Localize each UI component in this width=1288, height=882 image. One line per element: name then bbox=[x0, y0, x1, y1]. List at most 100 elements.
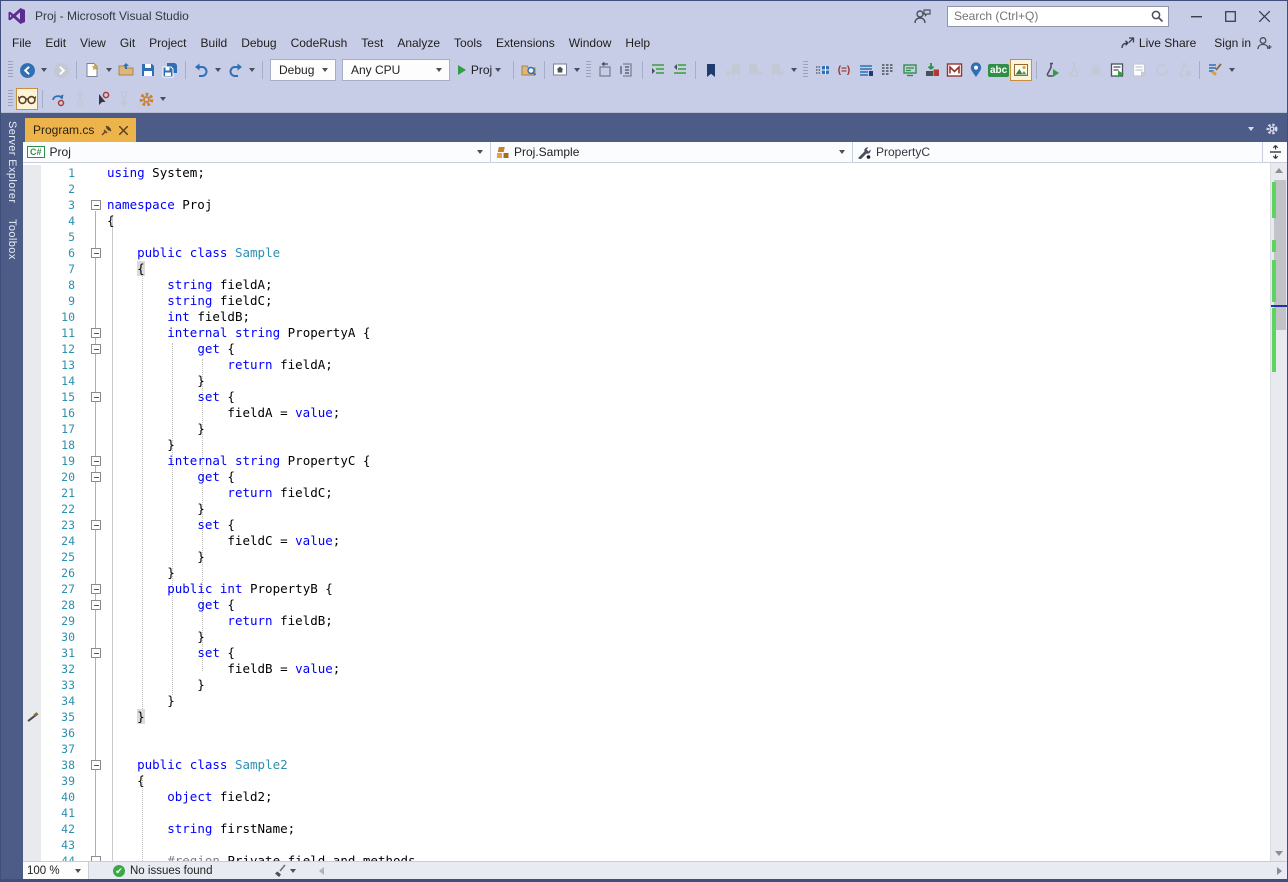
new-file-dropdown[interactable] bbox=[106, 68, 112, 72]
menu-item-edit[interactable]: Edit bbox=[38, 33, 73, 53]
repeat-run-button[interactable] bbox=[1129, 59, 1151, 81]
code-line[interactable]: 27 public int PropertyB { bbox=[23, 581, 1270, 597]
code-line[interactable]: 24 fieldC = value; bbox=[23, 533, 1270, 549]
menu-item-help[interactable]: Help bbox=[618, 33, 657, 53]
code-cleanup-button[interactable] bbox=[272, 863, 299, 878]
code-line[interactable]: 1 using System; bbox=[23, 165, 1270, 181]
menu-item-git[interactable]: Git bbox=[113, 33, 142, 53]
fold-toggle[interactable] bbox=[91, 392, 101, 402]
code-line[interactable]: 40 object field2; bbox=[23, 789, 1270, 805]
clear-bookmarks-button[interactable] bbox=[766, 59, 788, 81]
tab-close-icon[interactable] bbox=[119, 125, 129, 135]
code-line[interactable]: 23 set { bbox=[23, 517, 1270, 533]
toggle-bookmark-button[interactable] bbox=[700, 59, 722, 81]
code-line[interactable]: 34 } bbox=[23, 693, 1270, 709]
feedback-icon[interactable] bbox=[913, 8, 931, 24]
menu-item-project[interactable]: Project bbox=[142, 33, 193, 53]
search-input[interactable] bbox=[952, 8, 1150, 24]
code-line[interactable]: 6 public class Sample bbox=[23, 245, 1270, 261]
close-button[interactable] bbox=[1247, 4, 1281, 28]
fold-toggle[interactable] bbox=[91, 600, 101, 610]
hscroll-left-button[interactable] bbox=[313, 866, 329, 875]
document-outline-icon[interactable] bbox=[616, 59, 638, 81]
green-screen-icon[interactable] bbox=[899, 59, 921, 81]
member-grid-icon[interactable] bbox=[811, 59, 833, 81]
code-line[interactable]: 30 } bbox=[23, 629, 1270, 645]
hscroll-right-button[interactable] bbox=[1271, 866, 1287, 875]
menu-item-build[interactable]: Build bbox=[194, 33, 235, 53]
refresh-button[interactable] bbox=[1151, 59, 1173, 81]
split-editor-button[interactable] bbox=[1263, 142, 1287, 162]
toolbar-grip[interactable] bbox=[8, 61, 13, 79]
code-line[interactable]: 22 } bbox=[23, 501, 1270, 517]
run-all-tests-button[interactable] bbox=[1107, 59, 1129, 81]
coderush-settings-gear-button[interactable] bbox=[135, 88, 157, 110]
edit-test-button[interactable] bbox=[1173, 59, 1195, 81]
fold-toggle[interactable] bbox=[91, 248, 101, 258]
sidebar-item-server-explorer[interactable]: Server Explorer bbox=[6, 121, 18, 203]
code-line[interactable]: 14 } bbox=[23, 373, 1270, 389]
search-box[interactable] bbox=[947, 5, 1169, 27]
zoom-select[interactable]: 100 % bbox=[23, 861, 89, 879]
code-line[interactable]: 5 bbox=[23, 229, 1270, 245]
code-line[interactable]: 21 return fieldC; bbox=[23, 485, 1270, 501]
next-bookmark-button[interactable] bbox=[744, 59, 766, 81]
bookmark-dropdown[interactable] bbox=[791, 68, 797, 72]
menu-item-analyze[interactable]: Analyze bbox=[390, 33, 447, 53]
code-line[interactable]: 9 string fieldC; bbox=[23, 293, 1270, 309]
code-line[interactable]: 41 bbox=[23, 805, 1270, 821]
code-line[interactable]: 8 string fieldA; bbox=[23, 277, 1270, 293]
code-line[interactable]: 4{ bbox=[23, 213, 1270, 229]
jump-to-marker-button[interactable] bbox=[47, 88, 69, 110]
navigate-backward-button[interactable] bbox=[16, 59, 38, 81]
sidebar-item-toolbox[interactable]: Toolbox bbox=[6, 219, 18, 260]
fold-toggle[interactable] bbox=[91, 472, 101, 482]
code-line[interactable]: 31 set { bbox=[23, 645, 1270, 661]
start-debugging-button[interactable]: Proj bbox=[453, 59, 509, 81]
code-line[interactable]: 15 set { bbox=[23, 389, 1270, 405]
navigate-backward-dropdown[interactable] bbox=[41, 68, 47, 72]
code-line[interactable]: 39 { bbox=[23, 773, 1270, 789]
code-line[interactable]: 11 internal string PropertyA { bbox=[23, 325, 1270, 341]
menu-item-coderush[interactable]: CodeRush bbox=[284, 33, 355, 53]
braces-equals-icon[interactable]: (=) bbox=[833, 59, 855, 81]
minimize-button[interactable] bbox=[1179, 4, 1213, 28]
image-tool-button[interactable] bbox=[1010, 59, 1033, 81]
debug-tests-button[interactable] bbox=[1063, 59, 1085, 81]
code-line[interactable]: 32 fieldB = value; bbox=[23, 661, 1270, 677]
save-button[interactable] bbox=[137, 59, 159, 81]
code-line[interactable]: 42 string firstName; bbox=[23, 821, 1270, 837]
fold-toggle[interactable] bbox=[91, 200, 101, 210]
document-health-indicator[interactable]: ✔ No issues found bbox=[113, 864, 212, 877]
preview-dropdown[interactable] bbox=[574, 68, 580, 72]
type-dropdown[interactable]: Proj.Sample bbox=[491, 142, 853, 162]
code-line[interactable]: 38 public class Sample2 bbox=[23, 757, 1270, 773]
tab-program-cs[interactable]: Program.cs bbox=[25, 118, 137, 142]
import-download-icon[interactable] bbox=[921, 59, 943, 81]
start-dropdown[interactable] bbox=[495, 68, 502, 72]
code-line[interactable]: 36 bbox=[23, 725, 1270, 741]
code-line[interactable]: 17 } bbox=[23, 421, 1270, 437]
toolbar-grip[interactable] bbox=[8, 90, 13, 108]
member-dropdown[interactable]: PropertyC bbox=[853, 142, 1263, 162]
preview-in-browser-button[interactable] bbox=[549, 59, 571, 81]
tabstrip-gear-icon[interactable] bbox=[1265, 122, 1279, 136]
code-editor[interactable]: 1 using System; 2 3 namespace Proj 4{5 6 publi… bbox=[23, 163, 1287, 861]
code-line[interactable]: 33 } bbox=[23, 677, 1270, 693]
fold-toggle[interactable] bbox=[91, 856, 101, 861]
markdown-icon[interactable] bbox=[943, 59, 965, 81]
menu-item-test[interactable]: Test bbox=[354, 33, 390, 53]
menu-item-file[interactable]: File bbox=[5, 33, 38, 53]
dashed-list-icon[interactable] bbox=[877, 59, 899, 81]
code-line[interactable]: 37 bbox=[23, 741, 1270, 757]
debug-bug-button[interactable] bbox=[1085, 59, 1107, 81]
code-line[interactable]: 29 return fieldB; bbox=[23, 613, 1270, 629]
save-all-button[interactable] bbox=[159, 59, 181, 81]
project-dropdown[interactable]: C# Proj bbox=[23, 142, 491, 162]
navigate-forward-button[interactable] bbox=[50, 59, 72, 81]
coderush-dropdown[interactable] bbox=[160, 97, 166, 101]
scroll-up-button[interactable] bbox=[1271, 163, 1287, 178]
coderush-glasses-button[interactable] bbox=[16, 88, 38, 110]
code-line[interactable]: 12 get { bbox=[23, 341, 1270, 357]
marker-down-button[interactable] bbox=[113, 88, 135, 110]
